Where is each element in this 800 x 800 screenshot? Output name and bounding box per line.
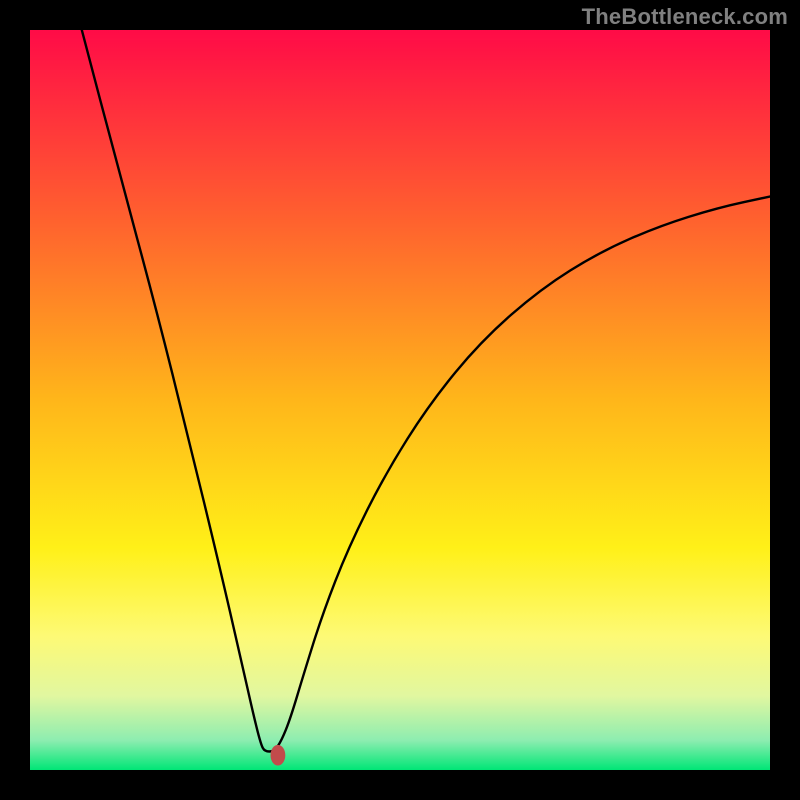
min-marker-dot: [271, 745, 286, 766]
gradient-background: [30, 30, 770, 770]
bottleneck-chart: [30, 30, 770, 770]
chart-frame: [30, 30, 770, 770]
watermark-text: TheBottleneck.com: [582, 4, 788, 30]
